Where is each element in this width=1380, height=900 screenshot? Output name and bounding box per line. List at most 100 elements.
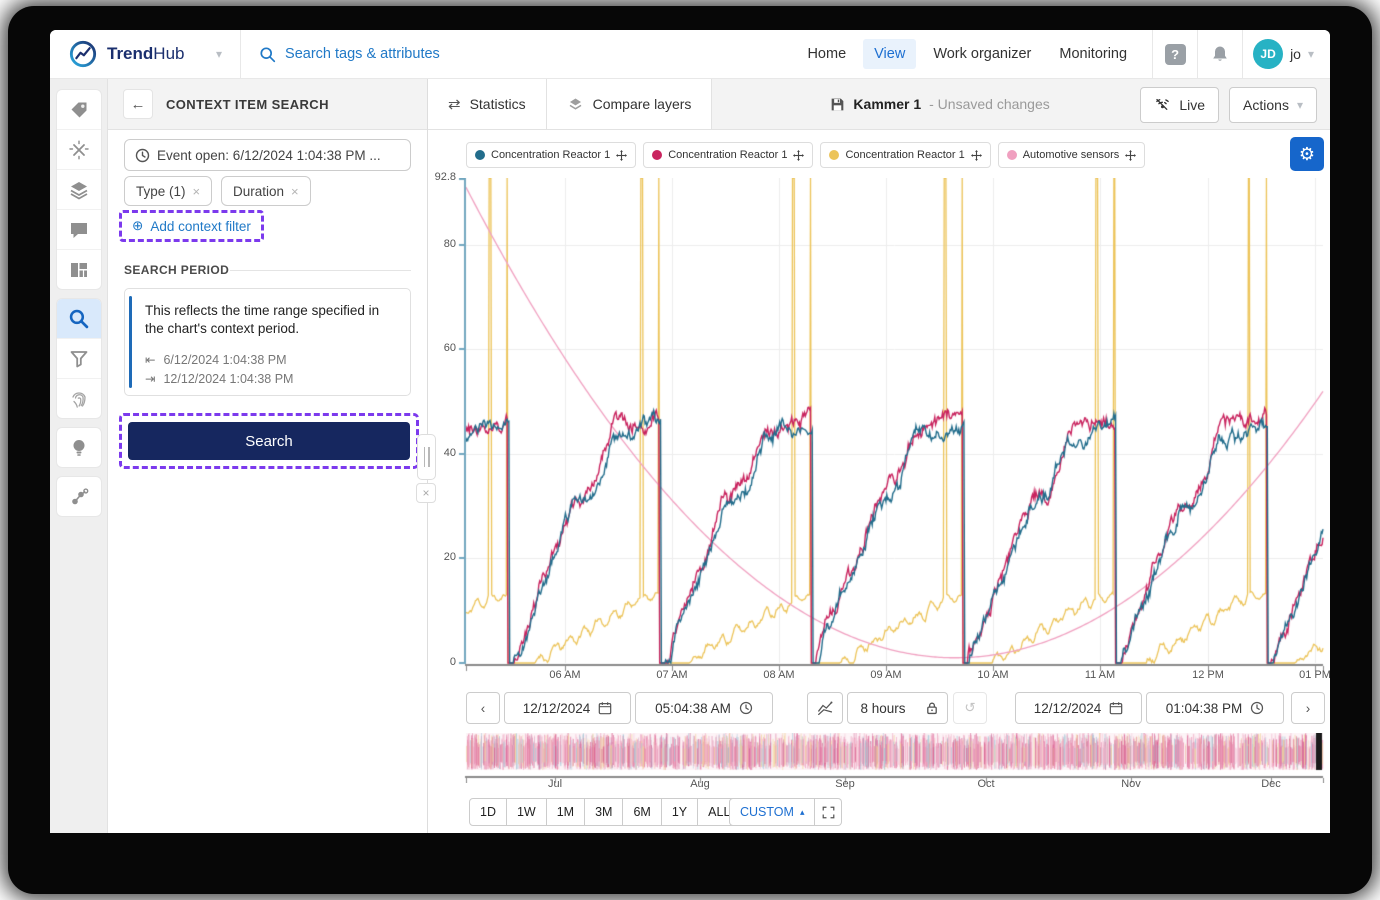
custom-zoom-group: CUSTOM ▴ bbox=[729, 798, 842, 826]
zoom-1d-button[interactable]: 1D bbox=[469, 798, 507, 826]
legend-chip-automotive[interactable]: Automotive sensors bbox=[998, 142, 1146, 168]
zoom-1y-button[interactable]: 1Y bbox=[661, 798, 698, 826]
search-button[interactable]: Search bbox=[128, 422, 410, 460]
user-dropdown-icon: ▾ bbox=[1308, 47, 1314, 61]
tab-compare-layers[interactable]: Compare layers bbox=[547, 79, 713, 129]
zoom-1w-button[interactable]: 1W bbox=[506, 798, 547, 826]
content-row: ← CONTEXT ITEM SEARCH Event open: 6/12/2… bbox=[50, 79, 1330, 833]
formulas-button[interactable] bbox=[57, 129, 101, 169]
type-filter-chip[interactable]: Type (1) × bbox=[124, 176, 212, 206]
timeline-minimap[interactable] bbox=[458, 733, 1328, 783]
remove-type-filter-icon[interactable]: × bbox=[193, 184, 201, 199]
custom-zoom-label: CUSTOM bbox=[740, 805, 794, 819]
live-button[interactable]: Live bbox=[1140, 87, 1219, 123]
zoom-preset-group: 1D 1W 1M 3M 6M 1Y ALL bbox=[469, 798, 741, 826]
custom-zoom-button[interactable]: CUSTOM ▴ bbox=[729, 798, 815, 826]
remove-duration-filter-icon[interactable]: × bbox=[291, 184, 299, 199]
plus-circle-icon: ⊕ bbox=[132, 218, 143, 234]
search-period-note: This reflects the time range specified i… bbox=[124, 288, 411, 396]
nav-work-organizer[interactable]: Work organizer bbox=[922, 39, 1042, 69]
history-icon: ↺ bbox=[964, 700, 975, 716]
duration-field[interactable]: 8 hours bbox=[847, 692, 919, 724]
period-end-icon: ⇥ bbox=[145, 371, 155, 386]
avatar: JD bbox=[1253, 39, 1283, 69]
tab-statistics-label: Statistics bbox=[470, 96, 526, 112]
x-tick-label: 07 AM bbox=[648, 669, 696, 681]
chevron-up-icon: ▴ bbox=[800, 807, 805, 818]
duration-filter-chip[interactable]: Duration × bbox=[221, 176, 311, 206]
move-icon[interactable] bbox=[793, 150, 804, 161]
note-accent-bar bbox=[129, 296, 132, 388]
insights-button[interactable] bbox=[57, 428, 101, 467]
y-tick-label: 92.8 bbox=[430, 171, 456, 183]
month-label: Aug bbox=[684, 778, 716, 790]
reset-time-button[interactable]: ↺ bbox=[953, 692, 987, 724]
month-label: Sep bbox=[829, 778, 861, 790]
app-logo[interactable]: TrendHub bbox=[50, 39, 216, 69]
tab-statistics[interactable]: ⇄ Statistics bbox=[428, 79, 547, 129]
help-button[interactable]: ? bbox=[1153, 44, 1197, 65]
period-end-value: 12/12/2024 1:04:38 PM bbox=[163, 372, 293, 386]
lock-duration-button[interactable] bbox=[917, 692, 948, 724]
x-tick-label: 01 PM bbox=[1291, 669, 1339, 681]
series-color-dot bbox=[652, 150, 662, 160]
legend-chip-reactor-yellow[interactable]: Concentration Reactor 1 bbox=[820, 142, 990, 168]
tags-button[interactable] bbox=[57, 90, 101, 129]
legend-label: Automotive sensors bbox=[1023, 149, 1120, 161]
global-search-input[interactable]: Search tags & attributes bbox=[241, 46, 796, 63]
relations-button[interactable] bbox=[57, 477, 101, 516]
topbar: TrendHub ▾ Search tags & attributes Home… bbox=[50, 30, 1330, 79]
unsaved-changes-status: - Unsaved changes bbox=[929, 96, 1050, 112]
expand-timeline-button[interactable] bbox=[815, 798, 842, 826]
actions-button[interactable]: Actions ▾ bbox=[1229, 87, 1317, 123]
start-time-field[interactable]: 05:04:38 AM bbox=[635, 692, 773, 724]
panel-resize-handle[interactable] bbox=[417, 434, 436, 480]
add-context-filter-button[interactable]: ⊕ Add context filter bbox=[119, 210, 264, 242]
compare-signals-button[interactable] bbox=[807, 692, 843, 724]
trend-chart-canvas[interactable] bbox=[458, 178, 1328, 678]
magnifier-icon bbox=[68, 308, 89, 329]
end-date-field[interactable]: 12/12/2024 bbox=[1015, 692, 1142, 724]
legend-chip-reactor-crimson[interactable]: Concentration Reactor 1 bbox=[643, 142, 813, 168]
end-time-field[interactable]: 01:04:38 PM bbox=[1146, 692, 1284, 724]
actions-button-label: Actions bbox=[1243, 97, 1289, 113]
notifications-button[interactable] bbox=[1198, 44, 1242, 64]
fingerprint-button[interactable] bbox=[57, 378, 101, 418]
chart-settings-button[interactable]: ⚙ bbox=[1290, 137, 1324, 171]
pan-left-button[interactable]: ‹ bbox=[466, 692, 500, 724]
pan-right-button[interactable]: › bbox=[1291, 692, 1325, 724]
zoom-3m-button[interactable]: 3M bbox=[584, 798, 623, 826]
layers-button[interactable] bbox=[57, 169, 101, 209]
gear-icon: ⚙ bbox=[1299, 144, 1315, 165]
zoom-6m-button[interactable]: 6M bbox=[622, 798, 661, 826]
event-open-filter-chip[interactable]: Event open: 6/12/2024 1:04:38 PM ... bbox=[124, 139, 411, 171]
x-tick-label: 12 PM bbox=[1184, 669, 1232, 681]
move-icon[interactable] bbox=[616, 150, 627, 161]
zoom-1m-button[interactable]: 1M bbox=[546, 798, 585, 826]
nav-view[interactable]: View bbox=[863, 39, 916, 69]
move-icon[interactable] bbox=[971, 150, 982, 161]
clock-icon bbox=[739, 701, 753, 715]
desktop-background: TrendHub ▾ Search tags & attributes Home… bbox=[0, 0, 1380, 900]
nav-home[interactable]: Home bbox=[796, 39, 857, 69]
search-placeholder: Search tags & attributes bbox=[285, 46, 440, 62]
panel-collapse-button[interactable]: × bbox=[416, 483, 436, 503]
move-icon[interactable] bbox=[1125, 150, 1136, 161]
back-button[interactable]: ← bbox=[123, 89, 153, 119]
y-tick-label: 60 bbox=[430, 342, 456, 354]
x-tick-label: 10 AM bbox=[969, 669, 1017, 681]
comments-button[interactable] bbox=[57, 209, 101, 249]
brand-dropdown-icon[interactable]: ▾ bbox=[216, 47, 222, 61]
dashboard-button[interactable] bbox=[57, 249, 101, 289]
start-date-field[interactable]: 12/12/2024 bbox=[504, 692, 631, 724]
nav-monitoring[interactable]: Monitoring bbox=[1048, 39, 1138, 69]
clock-icon bbox=[135, 148, 150, 163]
series-color-dot bbox=[1007, 150, 1017, 160]
x-tick-label: 08 AM bbox=[755, 669, 803, 681]
context-search-button[interactable] bbox=[57, 299, 101, 338]
user-menu[interactable]: JD jo ▾ bbox=[1243, 39, 1330, 69]
filter-button[interactable] bbox=[57, 338, 101, 378]
y-tick-label: 20 bbox=[430, 551, 456, 563]
y-tick-label: 80 bbox=[430, 238, 456, 250]
legend-chip-reactor-blue[interactable]: Concentration Reactor 1 bbox=[466, 142, 636, 168]
